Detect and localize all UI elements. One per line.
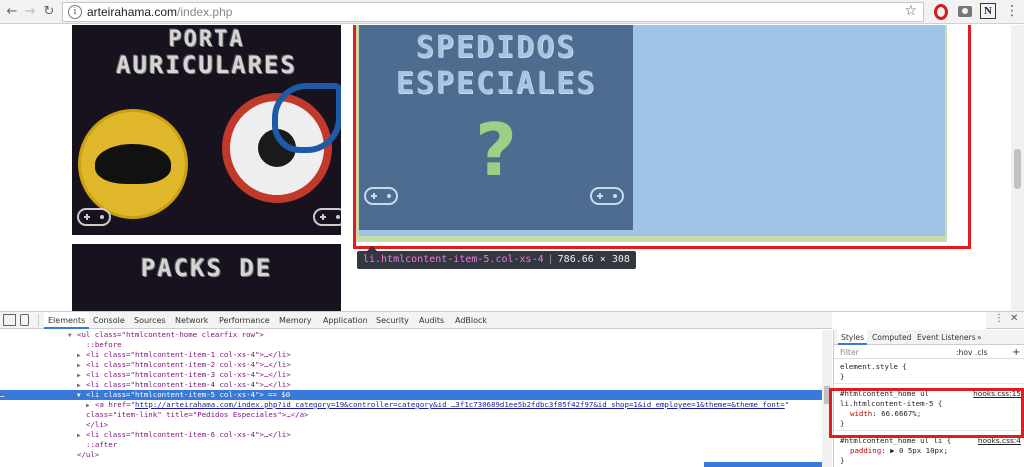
tab-computed[interactable]: Computed: [869, 330, 914, 345]
dom-text: <a href=": [95, 400, 136, 409]
packs-tile[interactable]: PACKS DE: [72, 244, 341, 311]
tab-adblock[interactable]: AdBlock: [451, 312, 491, 329]
dom-tree: ▼ <ul class="htmlcontent-home clearfix ro…: [0, 330, 832, 467]
dom-text: class="item-link" title="Pedidos Especia…: [86, 410, 309, 419]
dom-text: <li class="htmlcontent-item-5 col-xs-4">: [86, 390, 264, 399]
element-inspect-tooltip: li.htmlcontent-item-5.col-xs-4 | 786.66 × …: [357, 246, 636, 269]
gamepad-icon: [77, 208, 111, 226]
browser-toolbar: ← → ↻ i arteirahama.com/index.php ☆ N ⋮: [0, 0, 1024, 24]
tab-elements[interactable]: Elements: [44, 312, 90, 329]
selection-ellipsis: …: [0, 390, 5, 399]
tooltip-separator: |: [547, 254, 554, 265]
dom-text: <li class="htmlcontent-item-3 col-xs-4">…: [86, 370, 291, 379]
dom-text: </ul>: [77, 450, 100, 459]
rule-close: }: [840, 372, 845, 381]
dom-node-li[interactable]: ▶ <li class="htmlcontent-item-1 col-xs-4"…: [0, 350, 822, 360]
bookmark-star-icon[interactable]: ☆: [904, 3, 917, 19]
gamepad-icon: [313, 208, 341, 226]
dom-href-link[interactable]: http://arteirahama.com/index.php?id_cate…: [135, 400, 785, 409]
dom-node-ul-close[interactable]: </ul>: [0, 450, 822, 460]
styles-filter-bar[interactable]: Filter :hov .cls +: [834, 346, 1024, 359]
tile-title-line1: PACKS DE: [140, 254, 273, 282]
dom-text: </li>: [86, 420, 109, 429]
camera-icon[interactable]: [958, 6, 972, 17]
dom-node-li[interactable]: ▶ <li class="htmlcontent-item-6 col-xs-4"…: [0, 430, 822, 440]
dom-selection-marker: == $0: [267, 390, 291, 399]
tab-styles[interactable]: Styles: [838, 330, 868, 345]
red-highlight-box: [353, 25, 971, 249]
devtools-window-controls: ⋮ ✕: [986, 312, 1024, 329]
styles-filter-input[interactable]: Filter: [840, 346, 859, 359]
tab-sources[interactable]: Sources: [130, 312, 170, 329]
dom-node-li-close[interactable]: </li>: [0, 420, 822, 430]
rule-close: }: [840, 456, 845, 465]
tab-memory[interactable]: Memory: [275, 312, 316, 329]
dom-text: ::after: [86, 440, 118, 449]
divider: [38, 314, 39, 327]
rule-declaration[interactable]: padding: ▶ 0 5px 10px;: [834, 446, 1024, 456]
reload-icon[interactable]: ↻: [41, 3, 57, 21]
scrollbar-thumb[interactable]: [1014, 149, 1021, 189]
tooltip-selector: li.htmlcontent-item-5.col-xs-4: [363, 254, 544, 265]
earphone-cable: [272, 83, 341, 153]
device-toolbar-icon[interactable]: [20, 314, 29, 326]
tab-network[interactable]: Network: [171, 312, 212, 329]
tab-console[interactable]: Console: [89, 312, 129, 329]
page-viewport: PORTA AURICULARES PACKS DE SPEDIDOS ESPE…: [0, 25, 1024, 311]
dom-text: ::before: [86, 340, 122, 349]
style-rule-li[interactable]: #htmlcontent_home ul li { hooks.css:4 pa…: [834, 436, 1024, 467]
dom-node-li[interactable]: ▶ <li class="htmlcontent-item-3 col-xs-4"…: [0, 370, 822, 380]
dom-text: <li class="htmlcontent-item-6 col-xs-4">…: [86, 430, 291, 439]
style-rule-element[interactable]: element.style { }: [834, 362, 1024, 384]
dom-text: <ul class="htmlcontent-home clearfix row…: [77, 330, 264, 339]
dom-text: <li class="htmlcontent-item-2 col-xs-4">…: [86, 360, 291, 369]
menu-icon[interactable]: ⋮: [1004, 3, 1020, 19]
porta-auriculares-tile[interactable]: PORTA AURICULARES: [72, 25, 341, 235]
css-property: padding: [850, 446, 882, 455]
arrow-left-icon[interactable]: ←: [4, 3, 20, 21]
more-options-icon[interactable]: ⋮: [994, 313, 1004, 324]
css-value: ▶ 0 5px 10px;: [890, 446, 948, 455]
dom-text: ": [784, 400, 790, 409]
tile-title-line2: AURICULARES: [116, 51, 297, 79]
rule-selector: element.style {: [840, 362, 907, 371]
tab-more[interactable]: »: [974, 330, 985, 345]
dom-node-ul[interactable]: ▼ <ul class="htmlcontent-home clearfix ro…: [0, 330, 822, 340]
dom-node-after[interactable]: ::after: [0, 440, 822, 450]
url-path: /index.php: [177, 5, 233, 19]
dom-node-a[interactable]: ▶ <a href="http://arteirahama.com/index.p…: [0, 400, 822, 410]
arrow-right-icon[interactable]: →: [22, 3, 38, 21]
tile-title-line1: PORTA: [168, 27, 245, 52]
dom-node-li[interactable]: ▶ <li class="htmlcontent-item-4 col-xs-4"…: [0, 380, 822, 390]
url-host: arteirahama.com: [87, 5, 178, 19]
tab-security[interactable]: Security: [372, 312, 413, 329]
dom-text: <li class="htmlcontent-item-4 col-xs-4">…: [86, 380, 291, 389]
dom-node-before[interactable]: ::before: [0, 340, 822, 350]
info-icon[interactable]: i: [68, 5, 82, 19]
address-bar[interactable]: i arteirahama.com/index.php ☆: [62, 2, 924, 22]
new-rule-button[interactable]: +: [1012, 346, 1020, 359]
tab-performance[interactable]: Performance: [215, 312, 274, 329]
inspect-element-icon[interactable]: [3, 314, 16, 326]
red-highlight-box: [829, 388, 1024, 438]
close-icon[interactable]: ✕: [1010, 313, 1018, 324]
tab-event-listeners[interactable]: Event Listeners: [914, 330, 979, 345]
tab-audits[interactable]: Audits: [415, 312, 448, 329]
hov-cls-buttons[interactable]: :hov .cls: [956, 346, 988, 359]
opera-icon[interactable]: [934, 4, 948, 20]
tab-application[interactable]: Application: [319, 312, 372, 329]
devtools-tabbar: Elements Console Sources Network Perform…: [0, 312, 832, 329]
dom-horizontal-scrollbar[interactable]: [704, 462, 822, 467]
dom-node-a-attrs[interactable]: class="item-link" title="Pedidos Especia…: [0, 410, 822, 420]
page-scrollbar[interactable]: [1011, 25, 1024, 311]
styles-tabbar: Styles Computed Event Listeners »: [834, 330, 1024, 345]
notion-icon[interactable]: N: [980, 3, 996, 19]
dom-node-selected[interactable]: … ▼ <li class="htmlcontent-item-5 col-xs-4…: [0, 390, 822, 400]
dom-text: <li class="htmlcontent-item-1 col-xs-4">…: [86, 350, 291, 359]
tooltip-size: 786.66 × 308: [557, 254, 630, 265]
dom-node-li[interactable]: ▶ <li class="htmlcontent-item-2 col-xs-4"…: [0, 360, 822, 370]
url-text[interactable]: arteirahama.com/index.php: [87, 5, 232, 19]
